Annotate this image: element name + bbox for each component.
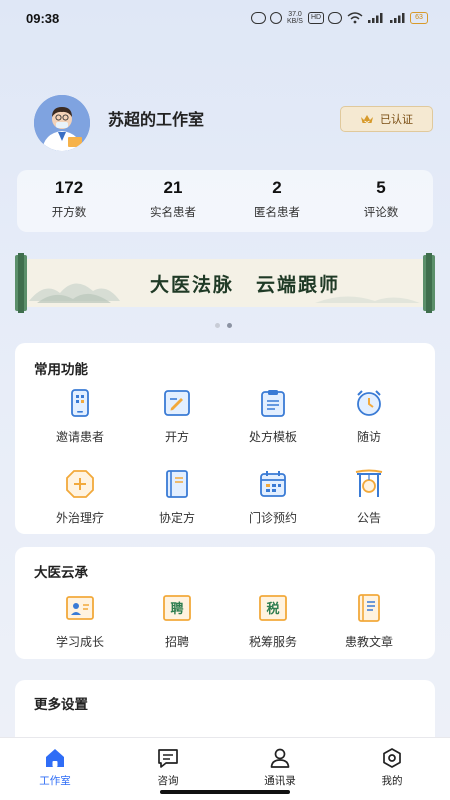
recruit-glyph: 聘 — [170, 601, 183, 617]
grid-label: 招聘 — [164, 635, 189, 649]
hd-icon: HD — [308, 12, 324, 24]
stat-label: 匿名患者 — [254, 205, 300, 219]
qr-phone-icon — [71, 389, 89, 417]
stat-label: 评论数 — [363, 205, 399, 219]
stat-value: 5 — [376, 178, 386, 197]
nav-label: 通讯录 — [264, 775, 296, 787]
profile-icon — [383, 748, 401, 768]
wifi-icon — [346, 12, 363, 24]
nav-label: 工作室 — [39, 775, 71, 787]
crown-icon — [361, 114, 373, 123]
home-icon — [46, 749, 64, 767]
stat-label: 开方数 — [51, 205, 87, 219]
banner-slogan: 大医法脉 云端跟师 — [15, 253, 435, 313]
template-icon — [261, 390, 285, 417]
status-time: 09:38 — [26, 10, 60, 26]
prescribe-icon — [164, 390, 190, 416]
stat-label: 实名患者 — [150, 205, 196, 219]
nav-tab-consult[interactable]: 咨询 — [128, 746, 208, 788]
stat-value: 172 — [54, 178, 84, 197]
nav-tab-me[interactable]: 我的 — [352, 746, 432, 788]
signal2-icon — [388, 12, 406, 24]
section-title: 大医云承 — [34, 565, 88, 581]
nav-label: 咨询 — [157, 775, 179, 787]
chat-icon — [158, 749, 178, 768]
verified-badge-button[interactable]: 已认证 — [340, 106, 433, 132]
grid-label: 随访 — [356, 430, 381, 444]
grid-item-tax-service[interactable]: 税 税筹服务 — [223, 592, 323, 650]
stat-value: 2 — [272, 178, 282, 197]
grid-label: 处方模板 — [248, 430, 297, 444]
calendar-icon — [260, 471, 286, 497]
grid-label: 邀请患者 — [55, 430, 104, 444]
status-bar: 09:38 37.0 KB/S HD 63 — [0, 0, 450, 36]
grid-item-agreed-formula[interactable]: 协定方 — [127, 468, 227, 526]
grid-item-announcement[interactable]: 公告 — [319, 468, 419, 526]
stat-value: 21 — [163, 178, 183, 197]
stat-comments[interactable]: 5 评论数 — [329, 170, 433, 232]
pagination-dot[interactable] — [215, 323, 220, 328]
section-title: 更多设置 — [34, 697, 88, 713]
nav-tab-studio[interactable]: 工作室 — [15, 746, 95, 788]
banner-text-right: 云端跟师 — [256, 273, 341, 296]
grid-item-recruitment[interactable]: 聘 招聘 — [127, 592, 227, 650]
dayi-yuncheng-card: 大医云承 学习成长 聘 招聘 税 税筹服务 患教文章 — [15, 547, 435, 659]
grid-label: 开方 — [164, 430, 189, 444]
avatar[interactable] — [34, 95, 90, 151]
nav-tab-contacts[interactable]: 通讯录 — [240, 746, 320, 788]
grid-label: 公告 — [356, 511, 381, 525]
network-speed-icon: 37.0 KB/S — [287, 11, 303, 25]
nav-label: 我的 — [381, 775, 403, 787]
studio-name: 苏超的工作室 — [108, 110, 205, 129]
grid-item-outpatient-appointment[interactable]: 门诊预约 — [223, 468, 323, 526]
grid-label: 外治理疗 — [55, 511, 104, 525]
stat-prescriptions[interactable]: 172 开方数 — [17, 170, 121, 232]
stats-card: 172 开方数 21 实名患者 2 匿名患者 5 评论数 — [17, 170, 433, 232]
banner-pagination — [215, 323, 232, 328]
pagination-dot-active[interactable] — [227, 323, 232, 328]
section-title: 常用功能 — [34, 362, 88, 378]
study-icon — [66, 596, 94, 620]
grid-label: 学习成长 — [55, 635, 104, 649]
grid-item-study-growth[interactable]: 学习成长 — [30, 592, 130, 650]
tax-icon: 税 — [259, 595, 287, 621]
grid-label: 协定方 — [158, 511, 195, 525]
grid-item-invite-patient[interactable]: 邀请患者 — [30, 387, 130, 445]
stat-real-name-patients[interactable]: 21 实名患者 — [121, 170, 225, 232]
alarm-clock-icon — [357, 390, 381, 416]
home-indicator[interactable] — [160, 790, 290, 794]
grid-item-external-therapy[interactable]: 外治理疗 — [30, 468, 130, 526]
verify-label: 已认证 — [380, 113, 413, 126]
banner-text-left: 大医法脉 — [149, 273, 234, 296]
alarm-icon — [328, 12, 342, 24]
status-icons: 37.0 KB/S HD 63 — [251, 11, 428, 25]
therapy-icon — [66, 470, 94, 498]
grid-item-prescribe[interactable]: 开方 — [127, 387, 227, 445]
common-functions-card: 常用功能 邀请患者 开方 处方模板 随访 外治理疗 协定方 门诊预约 公告 — [15, 343, 435, 534]
battery-icon: 63 — [410, 12, 428, 24]
stat-anonymous-patients[interactable]: 2 匿名患者 — [225, 170, 329, 232]
grid-item-patient-education[interactable]: 患教文章 — [319, 592, 419, 650]
grid-label: 税筹服务 — [248, 635, 297, 649]
signal-icon — [366, 12, 384, 24]
tax-glyph: 税 — [266, 601, 279, 617]
nfc-icon — [251, 12, 266, 24]
grid-item-follow-up[interactable]: 随访 — [319, 387, 419, 445]
grid-label: 患教文章 — [344, 635, 393, 649]
recruit-icon: 聘 — [163, 595, 191, 621]
sim-icon — [270, 12, 282, 24]
grid-item-prescription-template[interactable]: 处方模板 — [223, 387, 323, 445]
promo-banner[interactable]: 大医法脉 云端跟师 — [15, 253, 435, 313]
grid-label: 门诊预约 — [248, 511, 297, 525]
contacts-icon — [270, 748, 290, 768]
book-icon — [166, 470, 188, 498]
gong-icon — [355, 469, 383, 497]
article-icon — [358, 594, 380, 622]
